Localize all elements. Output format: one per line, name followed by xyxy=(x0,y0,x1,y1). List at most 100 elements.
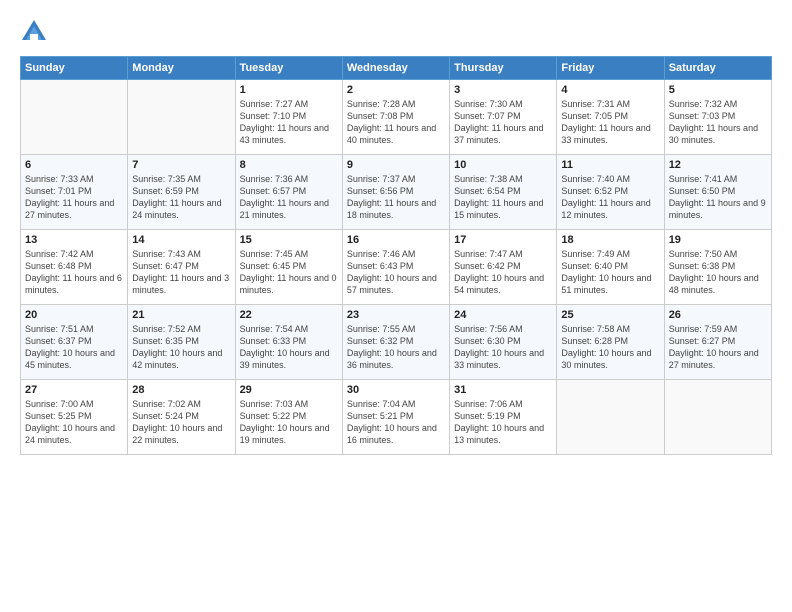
page: SundayMondayTuesdayWednesdayThursdayFrid… xyxy=(0,0,792,471)
cell-info: Sunrise: 7:54 AMSunset: 6:33 PMDaylight:… xyxy=(240,323,338,372)
day-number: 13 xyxy=(25,234,123,246)
day-number: 16 xyxy=(347,234,445,246)
day-number: 30 xyxy=(347,384,445,396)
cell-info: Sunrise: 7:32 AMSunset: 7:03 PMDaylight:… xyxy=(669,98,767,147)
header-row: SundayMondayTuesdayWednesdayThursdayFrid… xyxy=(21,57,772,80)
calendar-cell: 2Sunrise: 7:28 AMSunset: 7:08 PMDaylight… xyxy=(342,80,449,155)
cell-info: Sunrise: 7:30 AMSunset: 7:07 PMDaylight:… xyxy=(454,98,552,147)
day-number: 24 xyxy=(454,309,552,321)
calendar-cell: 8Sunrise: 7:36 AMSunset: 6:57 PMDaylight… xyxy=(235,155,342,230)
weekday-header: Tuesday xyxy=(235,57,342,80)
calendar-cell: 20Sunrise: 7:51 AMSunset: 6:37 PMDayligh… xyxy=(21,305,128,380)
header xyxy=(20,16,772,46)
calendar-cell xyxy=(128,80,235,155)
day-number: 26 xyxy=(669,309,767,321)
cell-info: Sunrise: 7:33 AMSunset: 7:01 PMDaylight:… xyxy=(25,173,123,222)
cell-info: Sunrise: 7:06 AMSunset: 5:19 PMDaylight:… xyxy=(454,398,552,447)
cell-info: Sunrise: 7:59 AMSunset: 6:27 PMDaylight:… xyxy=(669,323,767,372)
calendar-cell: 18 Sunrise: 7:49 AMSunset: 6:40 PMDayligh… xyxy=(557,230,664,305)
day-number: 19 xyxy=(669,234,767,246)
calendar-cell: 3 Sunrise: 7:30 AMSunset: 7:07 PMDaylight… xyxy=(450,80,557,155)
calendar-cell: 24 Sunrise: 7:56 AMSunset: 6:30 PMDayligh… xyxy=(450,305,557,380)
calendar-week-row: 1 Sunrise: 7:27 AMSunset: 7:10 PMDaylight… xyxy=(21,80,772,155)
day-number: 11 xyxy=(561,159,659,171)
day-number: 3 xyxy=(454,84,552,96)
cell-info: Sunrise: 7:50 AMSunset: 6:38 PMDaylight:… xyxy=(669,248,767,297)
cell-info: Sunrise: 7:42 AMSunset: 6:48 PMDaylight:… xyxy=(25,248,123,297)
day-number: 18 xyxy=(561,234,659,246)
cell-info: Sunrise: 7:43 AMSunset: 6:47 PMDaylight:… xyxy=(132,248,230,297)
day-number: 14 xyxy=(132,234,230,246)
day-number: 29 xyxy=(240,384,338,396)
calendar-cell: 12 Sunrise: 7:41 AMSunset: 6:50 PMDayligh… xyxy=(664,155,771,230)
calendar-week-row: 27Sunrise: 7:00 AMSunset: 5:25 PMDayligh… xyxy=(21,380,772,455)
calendar-cell: 21 Sunrise: 7:52 AMSunset: 6:35 PMDayligh… xyxy=(128,305,235,380)
calendar-cell: 23 Sunrise: 7:55 AMSunset: 6:32 PMDayligh… xyxy=(342,305,449,380)
calendar-cell: 17 Sunrise: 7:47 AMSunset: 6:42 PMDayligh… xyxy=(450,230,557,305)
day-number: 5 xyxy=(669,84,767,96)
calendar-cell: 28 Sunrise: 7:02 AMSunset: 5:24 PMDayligh… xyxy=(128,380,235,455)
cell-info: Sunrise: 7:55 AMSunset: 6:32 PMDaylight:… xyxy=(347,323,445,372)
calendar-cell: 16Sunrise: 7:46 AMSunset: 6:43 PMDayligh… xyxy=(342,230,449,305)
calendar-cell: 1 Sunrise: 7:27 AMSunset: 7:10 PMDaylight… xyxy=(235,80,342,155)
weekday-header: Thursday xyxy=(450,57,557,80)
day-number: 28 xyxy=(132,384,230,396)
day-number: 10 xyxy=(454,159,552,171)
calendar-week-row: 6 Sunrise: 7:33 AMSunset: 7:01 PMDaylight… xyxy=(21,155,772,230)
calendar-week-row: 20Sunrise: 7:51 AMSunset: 6:37 PMDayligh… xyxy=(21,305,772,380)
cell-info: Sunrise: 7:27 AMSunset: 7:10 PMDaylight:… xyxy=(240,98,338,147)
calendar-cell: 27Sunrise: 7:00 AMSunset: 5:25 PMDayligh… xyxy=(21,380,128,455)
day-number: 25 xyxy=(561,309,659,321)
weekday-header: Monday xyxy=(128,57,235,80)
day-number: 20 xyxy=(25,309,123,321)
calendar-cell xyxy=(664,380,771,455)
cell-info: Sunrise: 7:35 AMSunset: 6:59 PMDaylight:… xyxy=(132,173,230,222)
day-number: 22 xyxy=(240,309,338,321)
calendar-cell: 13 Sunrise: 7:42 AMSunset: 6:48 PMDayligh… xyxy=(21,230,128,305)
logo xyxy=(20,16,52,46)
day-number: 21 xyxy=(132,309,230,321)
weekday-header: Sunday xyxy=(21,57,128,80)
calendar-cell: 9 Sunrise: 7:37 AMSunset: 6:56 PMDaylight… xyxy=(342,155,449,230)
logo-icon xyxy=(20,18,48,46)
cell-info: Sunrise: 7:00 AMSunset: 5:25 PMDaylight:… xyxy=(25,398,123,447)
calendar-cell: 26 Sunrise: 7:59 AMSunset: 6:27 PMDayligh… xyxy=(664,305,771,380)
day-number: 4 xyxy=(561,84,659,96)
calendar-cell: 7Sunrise: 7:35 AMSunset: 6:59 PMDaylight… xyxy=(128,155,235,230)
calendar-cell: 4 Sunrise: 7:31 AMSunset: 7:05 PMDaylight… xyxy=(557,80,664,155)
cell-info: Sunrise: 7:52 AMSunset: 6:35 PMDaylight:… xyxy=(132,323,230,372)
weekday-header: Saturday xyxy=(664,57,771,80)
cell-info: Sunrise: 7:28 AMSunset: 7:08 PMDaylight:… xyxy=(347,98,445,147)
cell-info: Sunrise: 7:04 AMSunset: 5:21 PMDaylight:… xyxy=(347,398,445,447)
cell-info: Sunrise: 7:37 AMSunset: 6:56 PMDaylight:… xyxy=(347,173,445,222)
cell-info: Sunrise: 7:36 AMSunset: 6:57 PMDaylight:… xyxy=(240,173,338,222)
cell-info: Sunrise: 7:41 AMSunset: 6:50 PMDaylight:… xyxy=(669,173,767,222)
calendar-cell: 6 Sunrise: 7:33 AMSunset: 7:01 PMDaylight… xyxy=(21,155,128,230)
calendar-cell: 19 Sunrise: 7:50 AMSunset: 6:38 PMDayligh… xyxy=(664,230,771,305)
cell-info: Sunrise: 7:02 AMSunset: 5:24 PMDaylight:… xyxy=(132,398,230,447)
calendar-cell xyxy=(21,80,128,155)
calendar-cell: 30 Sunrise: 7:04 AMSunset: 5:21 PMDayligh… xyxy=(342,380,449,455)
day-number: 1 xyxy=(240,84,338,96)
calendar-cell xyxy=(557,380,664,455)
calendar-table: SundayMondayTuesdayWednesdayThursdayFrid… xyxy=(20,56,772,455)
day-number: 9 xyxy=(347,159,445,171)
calendar-cell: 15 Sunrise: 7:45 AMSunset: 6:45 PMDayligh… xyxy=(235,230,342,305)
calendar-week-row: 13 Sunrise: 7:42 AMSunset: 6:48 PMDayligh… xyxy=(21,230,772,305)
cell-info: Sunrise: 7:31 AMSunset: 7:05 PMDaylight:… xyxy=(561,98,659,147)
day-number: 23 xyxy=(347,309,445,321)
calendar-cell: 14 Sunrise: 7:43 AMSunset: 6:47 PMDayligh… xyxy=(128,230,235,305)
calendar-cell: 29Sunrise: 7:03 AMSunset: 5:22 PMDayligh… xyxy=(235,380,342,455)
calendar-cell: 5 Sunrise: 7:32 AMSunset: 7:03 PMDaylight… xyxy=(664,80,771,155)
day-number: 6 xyxy=(25,159,123,171)
cell-info: Sunrise: 7:47 AMSunset: 6:42 PMDaylight:… xyxy=(454,248,552,297)
day-number: 15 xyxy=(240,234,338,246)
calendar-cell: 31Sunrise: 7:06 AMSunset: 5:19 PMDayligh… xyxy=(450,380,557,455)
cell-info: Sunrise: 7:56 AMSunset: 6:30 PMDaylight:… xyxy=(454,323,552,372)
cell-info: Sunrise: 7:40 AMSunset: 6:52 PMDaylight:… xyxy=(561,173,659,222)
calendar-cell: 10Sunrise: 7:38 AMSunset: 6:54 PMDayligh… xyxy=(450,155,557,230)
day-number: 12 xyxy=(669,159,767,171)
cell-info: Sunrise: 7:49 AMSunset: 6:40 PMDaylight:… xyxy=(561,248,659,297)
cell-info: Sunrise: 7:45 AMSunset: 6:45 PMDaylight:… xyxy=(240,248,338,297)
day-number: 17 xyxy=(454,234,552,246)
